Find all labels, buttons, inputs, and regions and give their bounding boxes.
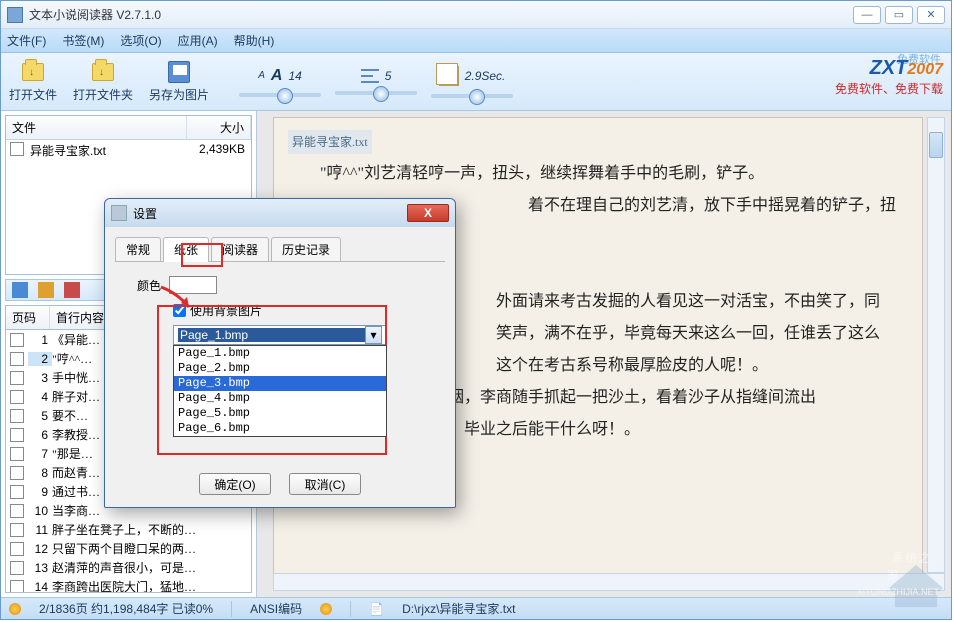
settings-dialog: 设置 X 常规 纸张 阅读器 历史记录 颜色 使用背景图片 Page_1.bmp… <box>104 198 456 508</box>
file-row[interactable]: 异能寻宝家.txt2,439KB <box>6 140 251 161</box>
page-icon <box>10 542 24 556</box>
page-icon <box>10 580 24 594</box>
menu-app[interactable]: 应用(A) <box>178 32 218 49</box>
combo-option[interactable]: Page_5.bmp <box>174 406 386 421</box>
speed-slider[interactable] <box>431 94 513 98</box>
dialog-close-button[interactable]: X <box>407 204 449 222</box>
combo-option[interactable]: Page_6.bmp <box>174 421 386 436</box>
status-dot2-icon <box>320 603 332 615</box>
combo-selected: Page_1.bmp <box>178 328 365 342</box>
combo-option[interactable]: Page_2.bmp <box>174 361 386 376</box>
font-size-control: AA14 <box>239 67 321 97</box>
menu-help[interactable]: 帮助(H) <box>234 32 275 49</box>
dialog-icon <box>111 205 127 221</box>
font-small-icon: A <box>258 70 265 81</box>
page-icon <box>10 428 24 442</box>
tab-general[interactable]: 常规 <box>115 237 161 261</box>
toolbar: 免费软件 ↓ 打开文件 ↓ 打开文件夹 另存为图片 AA14 5 2.9Sec.… <box>1 53 951 111</box>
font-size-slider[interactable] <box>239 93 321 97</box>
font-large-icon: A <box>271 67 283 85</box>
tool-delete-icon[interactable] <box>64 282 80 298</box>
open-file-button[interactable]: ↓ 打开文件 <box>9 60 57 103</box>
ok-button[interactable]: 确定(O) <box>199 473 271 495</box>
color-label: 颜色 <box>137 277 161 294</box>
page-icon <box>10 523 24 537</box>
page-row[interactable]: 14李商跨出医院大门，猛地… <box>6 577 251 593</box>
status-pages: 2/1836页 约1,198,484字 已读0% <box>39 600 213 617</box>
tool-book-icon[interactable] <box>12 282 28 298</box>
paper-filepath: 异能寻宝家.txt <box>288 130 372 154</box>
tool-folder-icon[interactable] <box>38 282 54 298</box>
page-row[interactable]: 12只留下两个目瞪口呆的两… <box>6 539 251 558</box>
bg-image-combo[interactable]: Page_1.bmp ▾ Page_1.bmpPage_2.bmpPage_3.… <box>173 325 387 345</box>
page-icon <box>10 485 24 499</box>
menubar: 文件(F) 书签(M) 选项(O) 应用(A) 帮助(H) <box>1 29 951 53</box>
watermark: ·系统之家 XITONGZHIJIA.NET <box>887 563 945 609</box>
statusbar: 2/1836页 约1,198,484字 已读0% ANSI编码 📄 D:\rjx… <box>1 597 951 619</box>
col-size[interactable]: 大小 <box>187 116 251 139</box>
window-title: 文本小说阅读器 V2.7.1.0 <box>29 6 849 23</box>
tab-paper[interactable]: 纸张 <box>163 237 209 261</box>
minimize-button[interactable]: — <box>853 6 881 24</box>
save-as-image-button[interactable]: 另存为图片 <box>149 60 209 103</box>
paragraph-slider[interactable] <box>335 91 417 95</box>
combo-option[interactable]: Page_1.bmp <box>174 346 386 361</box>
page-icon <box>10 447 24 461</box>
page-icon <box>10 561 24 575</box>
scroll-thumb[interactable] <box>929 132 943 158</box>
folder-icon: ↓ <box>22 63 44 81</box>
speed-control: 2.9Sec. <box>431 66 513 98</box>
menu-bookmark[interactable]: 书签(M) <box>62 32 104 49</box>
page-icon <box>10 504 24 518</box>
page-icon <box>10 466 24 480</box>
page-icon <box>10 333 24 347</box>
paragraph-control: 5 <box>335 69 417 95</box>
dialog-tabs: 常规 纸张 阅读器 历史记录 <box>115 237 445 262</box>
pages-icon <box>439 66 459 86</box>
cancel-button[interactable]: 取消(C) <box>289 473 361 495</box>
tab-reader[interactable]: 阅读器 <box>211 237 269 261</box>
page-row[interactable]: 13赵清萍的声音很小，可是… <box>6 558 251 577</box>
brand-logo: ZXT2007 免费软件、免费下载 <box>835 57 943 97</box>
vertical-scrollbar[interactable] <box>927 117 945 573</box>
combo-option[interactable]: Page_4.bmp <box>174 391 386 406</box>
status-encoding: ANSI编码 <box>250 600 302 617</box>
page-icon <box>10 371 24 385</box>
tab-history[interactable]: 历史记录 <box>271 237 341 261</box>
folder-open-icon: ↓ <box>92 63 114 81</box>
col-file[interactable]: 文件 <box>6 116 187 139</box>
paper-line: "哼^^"刘艺清轻哼一声，扭头，继续挥舞着手中的毛刷，铲子。 <box>288 158 908 190</box>
combo-dropdown-button[interactable]: ▾ <box>365 326 382 344</box>
paragraph-icon <box>361 69 379 83</box>
status-path: D:\rjxz\异能寻宝家.txt <box>402 600 515 617</box>
page-icon <box>10 390 24 404</box>
page-icon <box>10 409 24 423</box>
file-icon <box>10 142 24 156</box>
dialog-titlebar[interactable]: 设置 X <box>105 199 455 227</box>
page-icon <box>10 352 24 366</box>
menu-options[interactable]: 选项(O) <box>120 32 161 49</box>
menu-file[interactable]: 文件(F) <box>7 32 46 49</box>
combo-dropdown[interactable]: Page_1.bmpPage_2.bmpPage_3.bmpPage_4.bmp… <box>173 345 387 437</box>
titlebar: 文本小说阅读器 V2.7.1.0 — ▭ ✕ <box>1 1 951 29</box>
open-folder-button[interactable]: ↓ 打开文件夹 <box>73 60 133 103</box>
horizontal-scrollbar[interactable] <box>273 573 945 591</box>
page-row[interactable]: 11胖子坐在凳子上，不断的… <box>6 520 251 539</box>
status-dot-icon <box>9 603 21 615</box>
app-icon <box>7 7 23 23</box>
close-window-button[interactable]: ✕ <box>917 6 945 24</box>
color-swatch[interactable] <box>169 276 217 294</box>
col-page[interactable]: 页码 <box>6 306 50 329</box>
save-icon <box>168 61 190 83</box>
use-bg-label: 使用背景图片 <box>190 302 262 319</box>
maximize-button[interactable]: ▭ <box>885 6 913 24</box>
combo-option[interactable]: Page_3.bmp <box>174 376 386 391</box>
use-bg-checkbox[interactable] <box>173 304 186 317</box>
dialog-title: 设置 <box>133 205 157 222</box>
